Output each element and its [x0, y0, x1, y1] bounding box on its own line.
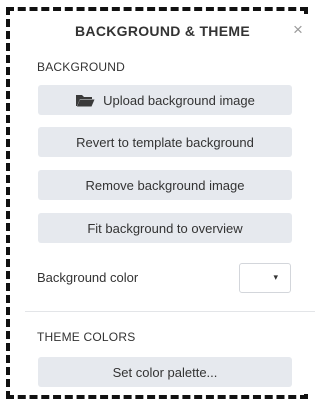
chevron-down-icon: ▾ — [273, 272, 278, 282]
remove-background-button[interactable]: Remove background image — [38, 170, 292, 200]
upload-background-button[interactable]: Upload background image — [38, 85, 292, 115]
fit-background-button[interactable]: Fit background to overview — [38, 213, 292, 243]
panel-title: BACKGROUND & THEME — [75, 23, 250, 39]
remove-background-label: Remove background image — [85, 177, 245, 193]
revert-background-button[interactable]: Revert to template background — [38, 127, 292, 157]
background-theme-panel: BACKGROUND & THEME × BACKGROUND Upload b… — [25, 14, 315, 394]
panel-header: BACKGROUND & THEME × — [25, 14, 305, 50]
set-color-palette-button[interactable]: Set color palette... — [38, 357, 292, 387]
background-section-heading: BACKGROUND — [37, 60, 126, 74]
theme-colors-heading: THEME COLORS — [37, 330, 136, 344]
folder-open-icon — [76, 95, 95, 107]
close-icon[interactable]: × — [291, 21, 305, 38]
fit-background-label: Fit background to overview — [87, 220, 243, 236]
revert-background-label: Revert to template background — [76, 134, 254, 150]
section-divider — [25, 311, 315, 312]
background-color-label: Background color — [37, 270, 139, 285]
set-color-palette-label: Set color palette... — [112, 364, 218, 380]
background-color-select[interactable]: ▾ — [239, 263, 291, 293]
upload-background-label: Upload background image — [103, 92, 255, 108]
